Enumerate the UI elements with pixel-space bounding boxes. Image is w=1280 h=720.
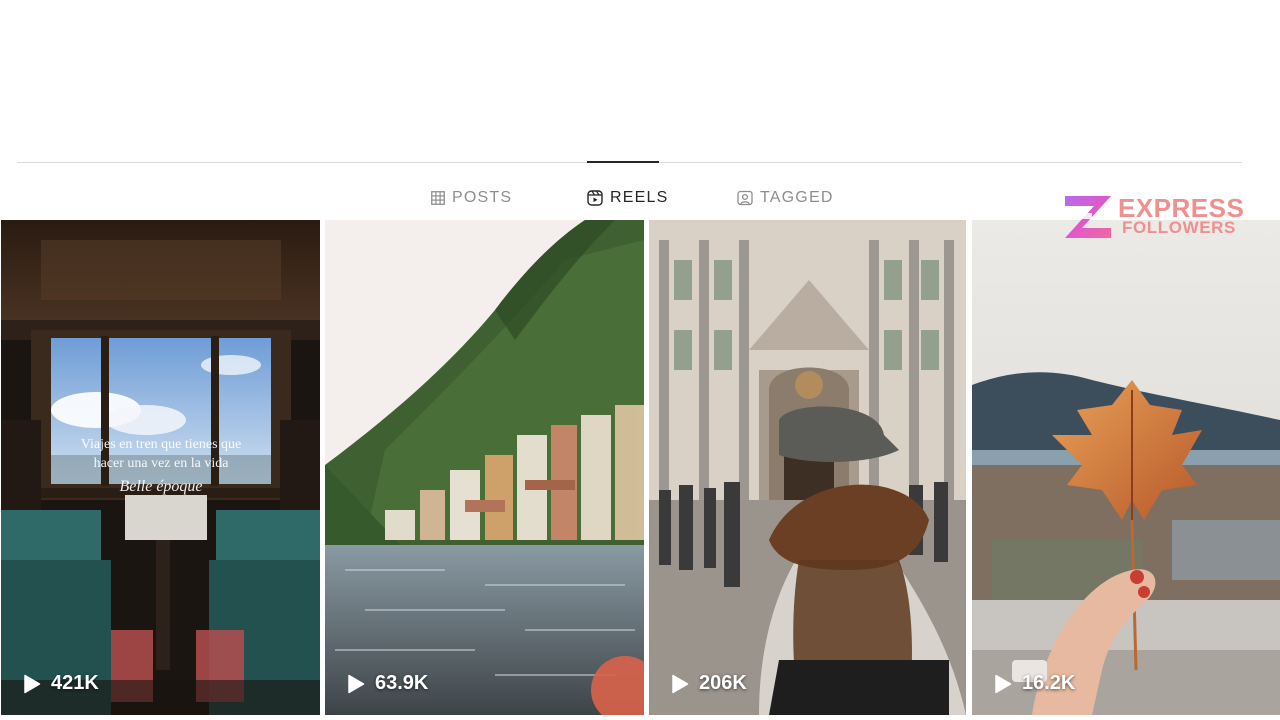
caption-line3: Belle époque (119, 478, 203, 495)
reels-icon (587, 190, 603, 206)
lake-village-thumbnail (325, 220, 644, 715)
watermark-line2: FOLLOWERS (1122, 218, 1236, 237)
reel-caption-overlay: Viajes en tren que tienes que hacer una … (31, 435, 291, 496)
reel-tile[interactable]: 206K (649, 220, 966, 715)
view-count: 421K (23, 672, 99, 695)
grid-icon (431, 191, 445, 205)
view-count-value: 421K (51, 672, 99, 694)
reel-tile[interactable]: Viajes en tren que tienes que hacer una … (1, 220, 320, 715)
active-tab-indicator (587, 161, 659, 163)
view-count: 16.2K (994, 672, 1075, 695)
tab-tagged-label: TAGGED (760, 189, 834, 206)
caption-line2: hacer una vez en la vida (93, 456, 229, 471)
view-count: 63.9K (347, 672, 428, 695)
autumn-leaf-thumbnail (972, 220, 1280, 715)
tab-posts-label: POSTS (452, 189, 513, 206)
reels-grid: Viajes en tren que tienes que hacer una … (0, 220, 1280, 715)
play-icon (672, 674, 689, 693)
tab-reels-label: REELS (610, 189, 669, 206)
play-icon (348, 674, 365, 693)
express-followers-logo (1065, 196, 1111, 238)
express-followers-watermark: EXPRESS FOLLOWERS (1062, 194, 1252, 242)
caption-line1: Viajes en tren que tienes que (80, 437, 242, 452)
tab-tagged[interactable]: TAGGED (737, 186, 834, 210)
tab-posts[interactable]: POSTS (431, 186, 512, 210)
reel-tile[interactable]: 16.2K (972, 220, 1280, 715)
tagged-icon (737, 190, 753, 206)
tab-reels[interactable]: REELS (587, 186, 668, 210)
view-count-value: 16.2K (1022, 672, 1076, 694)
play-icon (24, 674, 41, 693)
reel-tile[interactable]: 63.9K (325, 220, 644, 715)
view-count-value: 206K (699, 672, 747, 694)
view-count: 206K (671, 672, 747, 695)
cathedral-thumbnail (649, 220, 966, 715)
view-count-value: 63.9K (375, 672, 429, 694)
play-icon (995, 674, 1012, 693)
profile-reels-page: POSTS REELS TAGGED EXPRESS FOLLOWERS Via… (0, 0, 1280, 720)
